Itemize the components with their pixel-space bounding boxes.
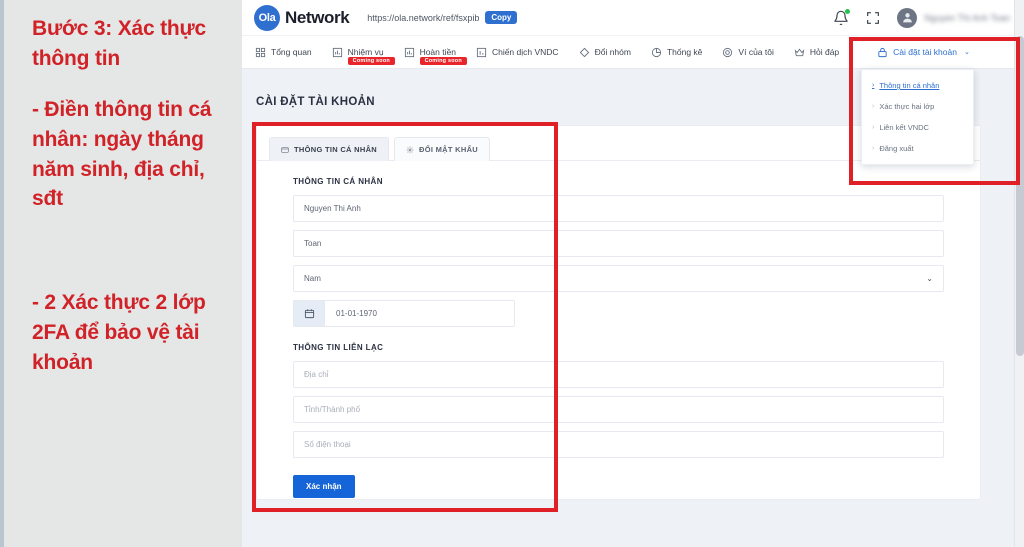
copy-button[interactable]: Copy bbox=[485, 11, 518, 24]
gender-value: Nam bbox=[304, 274, 321, 283]
avatar bbox=[897, 7, 918, 28]
gear-icon bbox=[406, 146, 414, 154]
nav-label: Hỏi đáp bbox=[809, 47, 840, 57]
pie-chart-icon bbox=[651, 47, 662, 58]
crown-icon bbox=[794, 47, 805, 58]
brand-logo[interactable]: Ola Network bbox=[254, 4, 350, 31]
nav-label: Tổng quan bbox=[271, 47, 312, 57]
dropdown-item-thong-tin-ca-nhan[interactable]: › Thông tin cá nhân bbox=[862, 75, 973, 96]
city-input[interactable]: Tỉnh/Thành phố bbox=[293, 396, 944, 423]
coin-icon bbox=[722, 47, 733, 58]
nav-item-tong-quan[interactable]: Tổng quan bbox=[255, 36, 312, 69]
dropdown-item-lien-ket-vndc[interactable]: › Liên kết VNDC bbox=[862, 117, 973, 138]
dropdown-label: Liên kết VNDC bbox=[879, 123, 929, 132]
annotation-point-2: - 2 Xác thực 2 lớp 2FA để bảo vệ tài kho… bbox=[32, 291, 206, 374]
chart-column-icon bbox=[476, 47, 487, 58]
dropdown-item-dang-xuat[interactable]: › Đăng xuất bbox=[862, 138, 973, 159]
dropdown-item-xac-thuc-hai-lop[interactable]: › Xác thực hai lớp bbox=[862, 96, 973, 117]
fullscreen-icon[interactable] bbox=[865, 10, 881, 26]
screenshot-root: Bước 3: Xác thực thông tin - Điền thông … bbox=[0, 0, 1024, 547]
personal-info-heading: THÔNG TIN CÁ NHÂN bbox=[293, 177, 383, 186]
contact-info-heading: THÔNG TIN LIÊN LẠC bbox=[293, 343, 384, 352]
first-name-value: Toan bbox=[304, 239, 322, 248]
account-settings-dropdown: › Thông tin cá nhân › Xác thực hai lớp ›… bbox=[861, 69, 974, 165]
chevron-down-icon: ⌄ bbox=[963, 49, 970, 56]
chart-bar-icon bbox=[332, 47, 343, 58]
nav-label: Ví của tôi bbox=[738, 47, 774, 57]
nav-label: Thống kê bbox=[666, 47, 703, 57]
account-settings-card: THÔNG TIN CÁ NHÂN ĐỔI MẬT KHẨU THÔNG TIN… bbox=[256, 125, 981, 500]
nav-label: Chiến dịch VNDC bbox=[491, 47, 559, 57]
phone-placeholder: Số điện thoại bbox=[304, 440, 351, 449]
address-input[interactable]: Địa chỉ bbox=[293, 361, 944, 388]
main-nav: Tổng quan Nhiệm vụ Coming soon Hoàn tiền… bbox=[242, 36, 1024, 69]
nav-item-cai-dat-tai-khoan[interactable]: Cài đặt tài khoản ⌄ bbox=[867, 36, 980, 69]
nav-item-vi-cua-toi[interactable]: Ví của tôi bbox=[722, 36, 774, 69]
annotation-panel: Bước 3: Xác thực thông tin - Điền thông … bbox=[0, 0, 242, 547]
page-title: CÀI ĐẶT TÀI KHOẢN bbox=[256, 96, 375, 108]
bell-icon[interactable] bbox=[833, 8, 851, 26]
bullet-icon: › bbox=[872, 82, 875, 89]
chart-bar-icon bbox=[404, 47, 415, 58]
submit-button[interactable]: Xác nhận bbox=[293, 475, 355, 498]
ola-logo-icon: Ola bbox=[254, 4, 280, 31]
chevron-down-icon: ⌄ bbox=[926, 274, 933, 283]
bullet-icon: › bbox=[872, 103, 875, 110]
annotation-point-1: - Điền thông tin cá nhân: ngày tháng năm… bbox=[32, 98, 212, 211]
referral-url-text: https://ola.network/ref/fsxpib bbox=[367, 12, 480, 23]
dropdown-label: Xác thực hai lớp bbox=[879, 102, 935, 111]
nav-label: Cài đặt tài khoản bbox=[893, 47, 957, 57]
top-bar-actions: Nguyen Thi Anh Toan bbox=[833, 7, 1010, 28]
top-bar: Ola Network https://ola.network/ref/fsxp… bbox=[242, 0, 1024, 36]
tab-doi-mat-khau[interactable]: ĐỔI MẬT KHẨU bbox=[394, 137, 491, 161]
last-name-value: Nguyen Thi Anh bbox=[304, 204, 361, 213]
nav-item-doi-nhom[interactable]: Đổi nhóm bbox=[579, 36, 631, 69]
first-name-input[interactable]: Toan bbox=[293, 230, 944, 257]
birthday-field[interactable]: 01-01-1970 bbox=[293, 300, 515, 327]
nav-item-hoan-tien[interactable]: Hoàn tiền Coming soon bbox=[404, 36, 467, 69]
nav-item-chien-dich-vndc[interactable]: Chiến dịch VNDC bbox=[476, 36, 559, 69]
lock-icon bbox=[877, 47, 888, 58]
nav-item-thong-ke[interactable]: Thống kê bbox=[651, 36, 702, 69]
bullet-icon: › bbox=[872, 145, 875, 152]
diamond-icon bbox=[579, 47, 590, 58]
coming-soon-badge: Coming soon bbox=[347, 56, 395, 65]
annotation-heading: Bước 3: Xác thực thông tin bbox=[32, 17, 207, 70]
tab-label: THÔNG TIN CÁ NHÂN bbox=[294, 145, 378, 154]
calendar-icon bbox=[293, 300, 324, 327]
gender-select[interactable]: Nam ⌄ bbox=[293, 265, 944, 292]
city-placeholder: Tỉnh/Thành phố bbox=[304, 405, 361, 414]
dropdown-label: Đăng xuất bbox=[879, 144, 914, 153]
nav-label: Nhiệm vụ bbox=[347, 47, 384, 57]
coming-soon-badge: Coming soon bbox=[419, 56, 467, 65]
birthday-value: 01-01-1970 bbox=[324, 300, 515, 327]
last-name-input[interactable]: Nguyen Thi Anh bbox=[293, 195, 944, 222]
nav-item-hoi-dap[interactable]: Hỏi đáp bbox=[794, 36, 839, 69]
page-scrollbar[interactable] bbox=[1014, 0, 1024, 547]
nav-label: Hoàn tiền bbox=[419, 47, 456, 57]
dropdown-label: Thông tin cá nhân bbox=[879, 81, 940, 90]
referral-url-block: https://ola.network/ref/fsxpib Copy bbox=[367, 11, 518, 24]
id-card-icon bbox=[281, 146, 289, 154]
bullet-icon: › bbox=[872, 124, 875, 131]
nav-item-nhiem-vu[interactable]: Nhiệm vụ Coming soon bbox=[332, 36, 395, 69]
address-placeholder: Địa chỉ bbox=[304, 370, 329, 379]
tab-thong-tin-ca-nhan[interactable]: THÔNG TIN CÁ NHÂN bbox=[269, 137, 390, 161]
brand-name: Network bbox=[285, 7, 350, 27]
nav-label: Đổi nhóm bbox=[594, 47, 631, 57]
tab-label: ĐỔI MẬT KHẨU bbox=[419, 145, 479, 154]
user-menu[interactable]: Nguyen Thi Anh Toan bbox=[897, 7, 1010, 28]
app-window: Ola Network https://ola.network/ref/fsxp… bbox=[242, 0, 1024, 547]
user-name: Nguyen Thi Anh Toan bbox=[924, 12, 1010, 23]
phone-input[interactable]: Số điện thoại bbox=[293, 431, 944, 458]
scrollbar-thumb[interactable] bbox=[1016, 36, 1024, 356]
grid-icon bbox=[255, 47, 266, 58]
notification-dot bbox=[845, 8, 851, 14]
